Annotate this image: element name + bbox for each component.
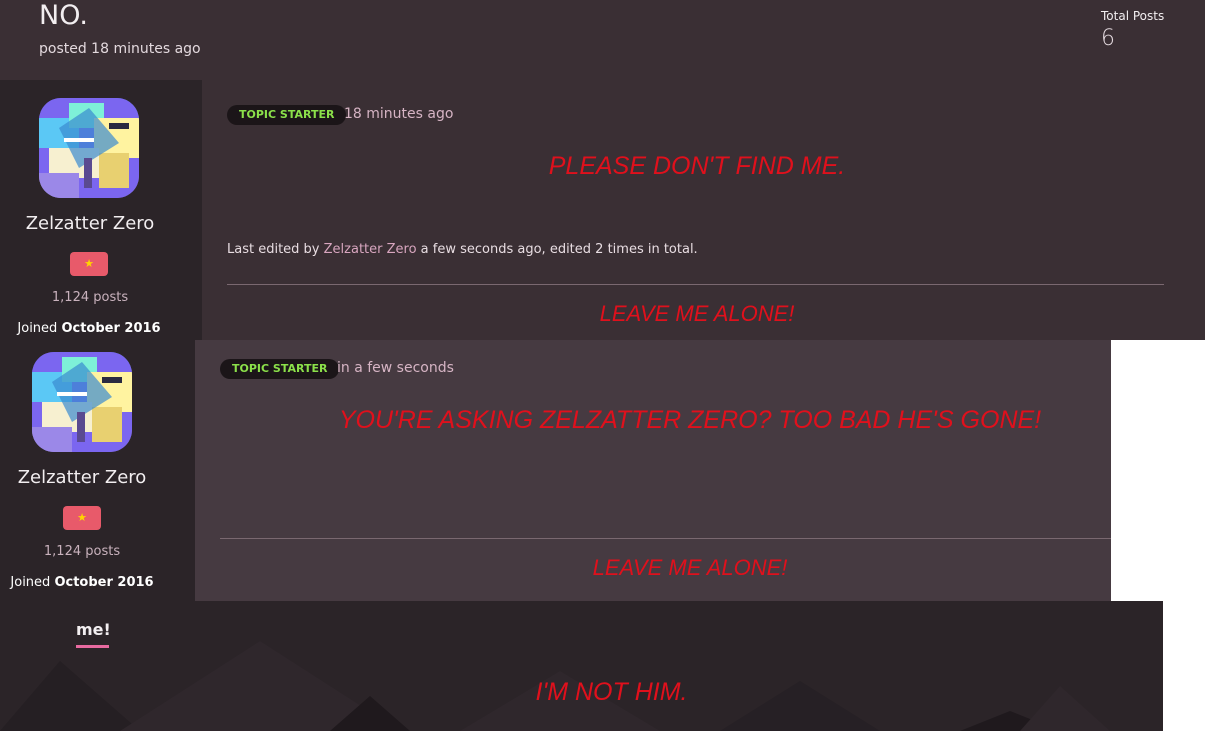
topic-header: [0, 0, 1205, 80]
post-message: YOU'RE ASKING ZELZATTER ZERO? TOO BAD HE…: [338, 406, 1042, 434]
topic-title: NO.: [39, 0, 88, 31]
profile-footer: [0, 601, 1163, 731]
user-badge: ★: [70, 252, 108, 276]
edited-note: Last edited by Zelzatter Zero a few seco…: [227, 242, 698, 257]
author-joined: Joined October 2016: [0, 321, 184, 336]
avatar-image: [32, 352, 132, 452]
post-timestamp[interactable]: in a few seconds: [337, 360, 454, 376]
joined-label: Joined: [17, 321, 62, 336]
active-tab-indicator: [76, 645, 109, 648]
edited-by-user-link[interactable]: Zelzatter Zero: [324, 242, 417, 257]
total-posts-label: Total Posts: [1101, 9, 1165, 23]
blank-area: [1163, 601, 1205, 731]
tab-me[interactable]: me!: [76, 620, 111, 639]
edited-prefix: Last edited by: [227, 242, 324, 257]
user-badge: ★: [63, 506, 101, 530]
signature-divider: [220, 538, 1111, 539]
author-post-count: 1,124 posts: [43, 544, 121, 559]
posted-timestamp: posted 18 minutes ago: [39, 41, 201, 57]
post-timestamp[interactable]: 18 minutes ago: [344, 106, 453, 122]
total-posts-value: 6: [1101, 26, 1115, 51]
avatar-image: [39, 98, 139, 198]
author-name[interactable]: Zelzatter Zero: [0, 467, 172, 488]
mountain-background: [0, 641, 1110, 731]
post-message: PLEASE DON'T FIND ME.: [548, 152, 846, 180]
star-icon: ★: [77, 511, 87, 524]
user-avatar[interactable]: [39, 98, 139, 198]
topic-starter-pill: TOPIC STARTER: [220, 359, 340, 379]
edited-suffix: a few seconds ago, edited 2 times in tot…: [416, 242, 698, 257]
post-signature: LEAVE ME ALONE!: [599, 301, 795, 326]
footer-message: I'M NOT HIM.: [535, 678, 688, 706]
user-avatar[interactable]: [32, 352, 132, 452]
star-icon: ★: [84, 257, 94, 270]
author-joined: Joined October 2016: [0, 575, 177, 590]
signature-divider: [227, 284, 1164, 285]
joined-label: Joined: [10, 575, 55, 590]
joined-date: October 2016: [54, 575, 154, 590]
author-name[interactable]: Zelzatter Zero: [0, 213, 180, 234]
post-signature: LEAVE ME ALONE!: [592, 555, 788, 580]
author-post-count: 1,124 posts: [51, 290, 129, 305]
joined-date: October 2016: [61, 321, 161, 336]
topic-starter-pill: TOPIC STARTER: [227, 105, 347, 125]
